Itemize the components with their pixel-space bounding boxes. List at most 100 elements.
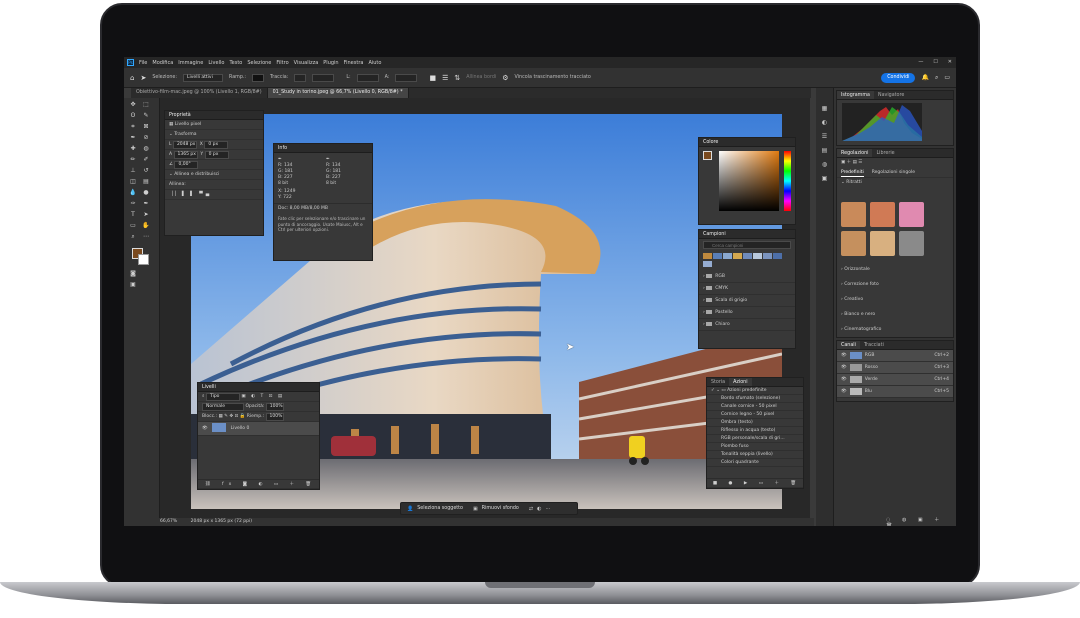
history-brush-icon[interactable]: ↺ <box>142 167 150 175</box>
layers-footer[interactable]: ⛓ fx ◙ ◐ ▭ ＋ 🗑 <box>198 479 319 489</box>
frame-tool-icon[interactable]: ⊠ <box>142 123 150 131</box>
preset-group-portraits[interactable]: ⌄ Ritratti <box>837 178 953 188</box>
x-field[interactable]: 0 px <box>204 141 229 149</box>
adjust-icon[interactable]: ⇄ <box>529 506 533 512</box>
transform-section[interactable]: ⌄ Trasforma <box>165 130 263 140</box>
preset-group-cinematic[interactable]: › Cinematografico <box>837 322 953 337</box>
y-field[interactable]: 0 px <box>204 151 229 159</box>
menu-plugin[interactable]: Plugin <box>323 60 338 66</box>
channel-row-rgb[interactable]: 👁 RGB Ctrl+2 <box>837 350 953 362</box>
panel-icons[interactable]: ▦ ◐ ☰ ▤ ◍ ▣ <box>816 102 833 186</box>
swatch[interactable] <box>763 253 772 259</box>
action-item[interactable]: Cornice legno - 50 pixel <box>707 411 803 419</box>
preset-group-landscape[interactable]: › Orizzontale <box>837 262 953 277</box>
swatch[interactable] <box>703 261 712 267</box>
menu-view[interactable]: Visualizza <box>294 60 319 66</box>
more-icon[interactable]: ⋯ <box>545 506 550 512</box>
action-item[interactable]: Bordo sfumato (selezione) <box>707 395 803 403</box>
action-item[interactable]: Riflesso in acqua (testo) <box>707 427 803 435</box>
blur-icon[interactable]: 💧 <box>129 189 137 197</box>
swatch-group-light[interactable]: › Chiaro <box>699 319 795 331</box>
width-field[interactable] <box>356 73 379 82</box>
quick-mask-icon[interactable]: ◙ <box>129 270 137 278</box>
height-field[interactable]: 1365 px <box>173 151 198 159</box>
tab-actions[interactable]: Azioni <box>729 378 752 386</box>
constrain-path-checkbox[interactable]: Vincola trascinamento tracciato <box>515 75 591 80</box>
preset-thumbnail[interactable] <box>899 231 924 256</box>
swatch[interactable] <box>743 253 752 259</box>
blend-mode-dropdown[interactable]: Normale <box>202 403 244 411</box>
action-item[interactable]: RGB personale/scala di gri... <box>707 435 803 443</box>
opacity-field[interactable]: 100% <box>265 403 284 411</box>
clone-stamp-icon[interactable]: ⊥ <box>129 167 137 175</box>
menu-filter[interactable]: Filtro <box>276 60 288 66</box>
tab-obiettivo[interactable]: Obiettivo-film-mac.jpeg @ 100% (Livello … <box>131 88 268 98</box>
align-section[interactable]: ⌄ Allinea e distribuisci <box>165 170 263 180</box>
menu-edit[interactable]: Modifica <box>152 60 173 66</box>
maximize-icon[interactable]: ☐ <box>933 59 937 65</box>
close-icon[interactable]: ✕ <box>948 59 952 65</box>
preset-group-creative[interactable]: › Creativo <box>837 292 953 307</box>
path-align-icon[interactable]: ☰ <box>442 74 448 82</box>
swatch-group-rgb[interactable]: › RGB <box>699 271 795 283</box>
swatch[interactable] <box>773 253 782 259</box>
preset-group-bw[interactable]: › Bianco e nero <box>837 307 953 322</box>
angle-field[interactable]: 0,00° <box>174 161 199 169</box>
eye-icon[interactable]: 👁 <box>841 362 847 373</box>
preset-thumbnail[interactable] <box>841 231 866 256</box>
action-item[interactable]: Tonalità seppia (livello) <box>707 451 803 459</box>
tab-history[interactable]: Storia <box>707 378 729 386</box>
bell-icon[interactable]: 🔔 <box>921 74 928 81</box>
brush-tool-icon[interactable]: ✏ <box>129 156 137 164</box>
more-tools-icon[interactable]: ⋯ <box>142 233 150 241</box>
preset-group-photo-correction[interactable]: › Correzione foto <box>837 277 953 292</box>
stroke-width-field[interactable] <box>312 73 335 82</box>
shape-tool-icon[interactable]: ▭ <box>129 222 137 230</box>
lasso-tool-icon[interactable]: ʘ <box>129 112 137 120</box>
freeform-pen-icon[interactable]: ✒ <box>142 200 150 208</box>
pen-tool-icon[interactable]: ✑ <box>129 200 137 208</box>
remove-background-button[interactable]: Rimuovi sfondo <box>482 506 519 511</box>
tab-navigator[interactable]: Navigatore <box>874 91 908 99</box>
fill-swatch[interactable] <box>252 73 265 82</box>
screen-mode-icon[interactable]: ▣ <box>129 281 137 289</box>
swatch-group-cmyk[interactable]: › CMYK <box>699 283 795 295</box>
preset-thumbnail[interactable] <box>841 202 866 227</box>
swatch[interactable] <box>753 253 762 259</box>
align-edges-checkbox[interactable]: Allinea bordi <box>466 75 496 80</box>
lock-icons[interactable]: ▦ ✎ ✥ ⊡ 🔒 <box>218 414 245 419</box>
menu-type[interactable]: Testo <box>229 60 242 66</box>
hand-tool-icon[interactable]: ✋ <box>142 222 150 230</box>
pencil-icon[interactable]: ✐ <box>142 156 150 164</box>
layer-name[interactable]: Livello 0 <box>231 426 250 431</box>
dodge-icon[interactable]: ● <box>142 189 150 197</box>
menu-window[interactable]: Finestra <box>344 60 364 66</box>
ruler-icon[interactable]: ⊘ <box>142 134 150 142</box>
healing-brush-icon[interactable]: ✚ <box>129 145 137 153</box>
zoom-level[interactable]: 66,67% <box>160 519 177 524</box>
workspace-icon[interactable]: ▭ <box>944 74 950 81</box>
action-item[interactable]: Piombo fuso <box>707 443 803 451</box>
channel-row-green[interactable]: 👁 Verde Ctrl+4 <box>837 374 953 386</box>
eraser-icon[interactable]: ◫ <box>129 178 137 186</box>
channels-footer[interactable]: ◌ ◍ ▣ ＋ 🗑 <box>886 516 956 526</box>
share-button[interactable]: Condividi <box>881 72 916 83</box>
tab-adjustments[interactable]: Regolazioni <box>837 149 873 157</box>
adjustments-toolbar[interactable]: ▣ ＋ ▤ ☰ <box>837 158 953 168</box>
tab-channels[interactable]: Canali <box>837 341 860 349</box>
move-tool-icon[interactable]: ✥ <box>129 101 137 109</box>
subtab-single[interactable]: Regolazioni singole <box>872 168 915 177</box>
patch-icon[interactable]: ◍ <box>142 145 150 153</box>
path-select-icon[interactable]: ➤ <box>142 211 150 219</box>
tab-study-torino[interactable]: 01_Study in torino.jpeg @ 66,7% (Livello… <box>267 88 409 98</box>
swatch[interactable] <box>723 253 732 259</box>
minimize-icon[interactable]: — <box>918 59 923 65</box>
eye-icon[interactable]: 👁 <box>202 426 208 431</box>
swatch[interactable] <box>733 253 742 259</box>
zoom-tool-icon[interactable]: ⌕ <box>129 233 137 241</box>
eye-icon[interactable]: 👁 <box>841 374 847 385</box>
fill-field[interactable]: 100% <box>265 413 284 421</box>
tab-paths[interactable]: Tracciati <box>860 341 888 349</box>
menu-select[interactable]: Selezione <box>247 60 271 66</box>
subtab-presets[interactable]: Predefiniti <box>841 168 864 177</box>
